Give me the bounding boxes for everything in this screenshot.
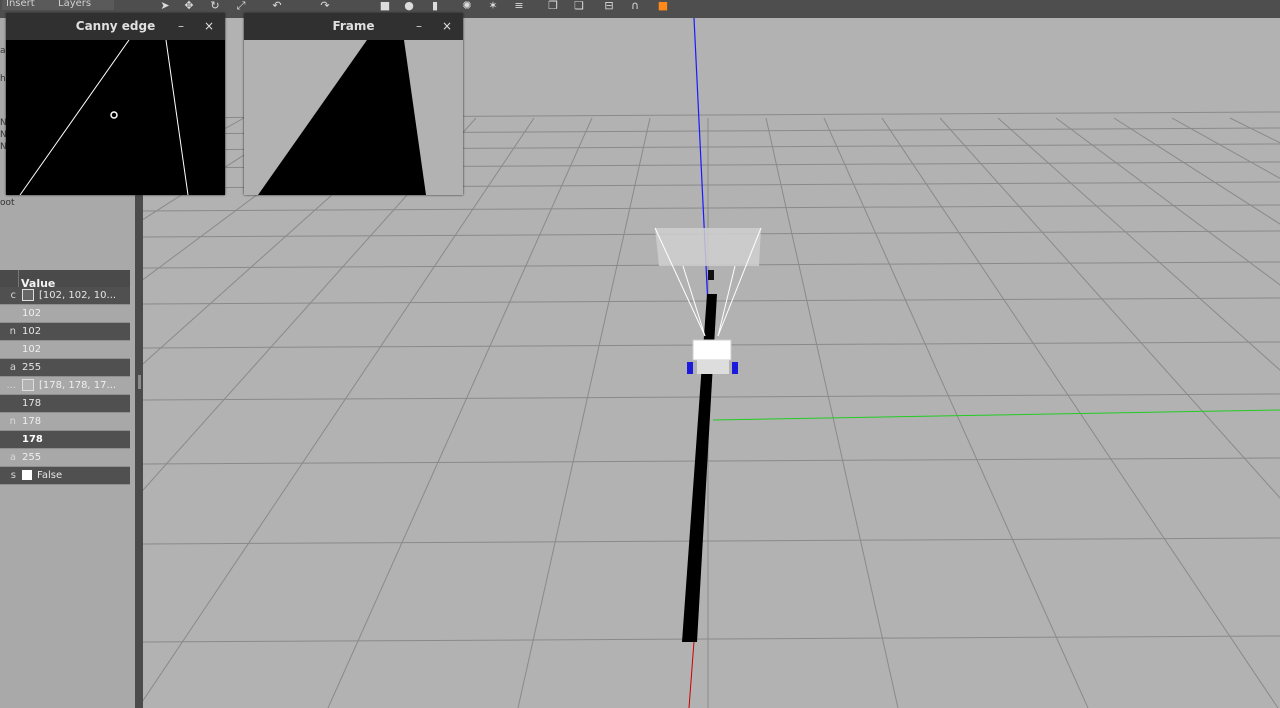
snap-icon[interactable]: ∩	[628, 0, 642, 12]
property-row[interactable]: n 102	[0, 323, 130, 341]
undo-icon[interactable]: ↶	[270, 0, 284, 12]
camera-mount	[708, 270, 714, 280]
property-column	[0, 270, 19, 287]
frame-window-title: Frame	[332, 19, 375, 33]
property-value-text: 102	[22, 344, 42, 355]
property-key: s	[10, 470, 16, 481]
property-value-text: False	[37, 470, 63, 481]
select-icon[interactable]: ➤	[158, 0, 172, 12]
property-value-text: 102	[22, 308, 42, 319]
canny-edge-window[interactable]: Canny edge – ×	[6, 13, 225, 195]
property-value-text: 178	[22, 416, 42, 427]
minimize-icon[interactable]: –	[413, 13, 425, 40]
robot-chassis	[692, 339, 732, 361]
property-value[interactable]: 178	[22, 413, 128, 430]
property-key: ...	[6, 380, 16, 391]
property-row[interactable]: ... [178, 178, 17...	[0, 377, 130, 395]
property-value-text: 178	[22, 398, 42, 409]
robot-base	[697, 360, 729, 374]
property-row[interactable]: a 255	[0, 359, 130, 377]
frame-image	[244, 40, 463, 195]
sphere-icon[interactable]: ●	[402, 0, 416, 12]
property-value[interactable]: [102, 102, 10...	[22, 287, 128, 304]
property-value[interactable]: [178, 178, 17...	[22, 377, 128, 394]
checkbox[interactable]	[22, 470, 32, 480]
property-row[interactable]: 178	[0, 431, 130, 449]
color-swatch[interactable]	[22, 289, 34, 301]
property-value-text: [178, 178, 17...	[39, 380, 117, 391]
splitter-grip[interactable]	[138, 375, 141, 389]
property-key: a	[9, 452, 16, 463]
property-value[interactable]: 178	[22, 395, 128, 412]
canny-window-titlebar[interactable]: Canny edge – ×	[6, 13, 225, 40]
property-row[interactable]: 102	[0, 341, 130, 359]
color-swatch[interactable]	[22, 379, 34, 391]
panel-fragment: h	[0, 74, 6, 84]
property-key: c	[10, 290, 17, 301]
canny-edge-image	[6, 40, 225, 195]
property-table: Value c [102, 102, 10... 102 n 102 102 a 255...…	[0, 270, 130, 485]
tab-insert[interactable]: Insert	[2, 0, 58, 10]
align-icon[interactable]: ⊟	[602, 0, 616, 12]
redo-icon[interactable]: ↷	[318, 0, 332, 12]
minimize-icon[interactable]: –	[175, 13, 187, 40]
camera-frustum-plane	[655, 228, 761, 266]
property-value[interactable]: 255	[22, 449, 128, 466]
copy-icon[interactable]: ❐	[546, 0, 560, 12]
property-key: a	[9, 362, 16, 373]
property-value[interactable]: 102	[22, 323, 128, 340]
box-icon[interactable]: ■	[378, 0, 392, 12]
property-value-text: 102	[22, 326, 42, 337]
scale-icon[interactable]: ⤢	[234, 0, 248, 12]
property-row[interactable]: n 178	[0, 413, 130, 431]
tab-layers[interactable]: Layers	[54, 0, 114, 10]
property-row[interactable]: 178	[0, 395, 130, 413]
close-icon[interactable]: ×	[203, 13, 215, 40]
frame-window-titlebar[interactable]: Frame – ×	[244, 13, 463, 40]
point-light-icon[interactable]: ✺	[460, 0, 474, 12]
directional-light-icon[interactable]: ≡	[512, 0, 526, 12]
property-row[interactable]: s False	[0, 467, 130, 485]
property-value[interactable]: 102	[22, 305, 128, 322]
robot-right-wheel	[732, 362, 738, 374]
property-value-text: 178	[22, 434, 43, 445]
frame-window[interactable]: Frame – ×	[244, 13, 463, 195]
panel-fragment: oot	[0, 198, 15, 208]
property-value[interactable]: False	[22, 467, 128, 484]
canny-window-title: Canny edge	[75, 19, 156, 33]
property-value-text: 255	[22, 452, 42, 463]
cylinder-icon[interactable]: ▮	[428, 0, 442, 12]
property-row[interactable]: 102	[0, 305, 130, 323]
spot-light-icon[interactable]: ✶	[486, 0, 500, 12]
property-key: n	[9, 326, 16, 337]
translate-icon[interactable]: ✥	[182, 0, 196, 12]
property-value-text: [102, 102, 10...	[39, 290, 117, 301]
rotate-icon[interactable]: ↻	[208, 0, 222, 12]
property-value-text: 255	[22, 362, 42, 373]
close-icon[interactable]: ×	[441, 13, 453, 40]
property-value[interactable]: 255	[22, 359, 128, 376]
property-rows: c [102, 102, 10... 102 n 102 102 a 255... [178, …	[0, 287, 130, 485]
property-row[interactable]: c [102, 102, 10...	[0, 287, 130, 305]
orange-square-icon[interactable]: ■	[656, 0, 670, 12]
property-value[interactable]: 102	[22, 341, 128, 358]
paste-icon[interactable]: ❏	[572, 0, 586, 12]
panel-fragment: a	[0, 46, 6, 56]
property-value[interactable]: 178	[22, 431, 128, 448]
property-row[interactable]: a 255	[0, 449, 130, 467]
property-key: n	[9, 416, 16, 427]
robot-left-wheel	[687, 362, 693, 374]
property-table-header: Value	[0, 270, 130, 290]
